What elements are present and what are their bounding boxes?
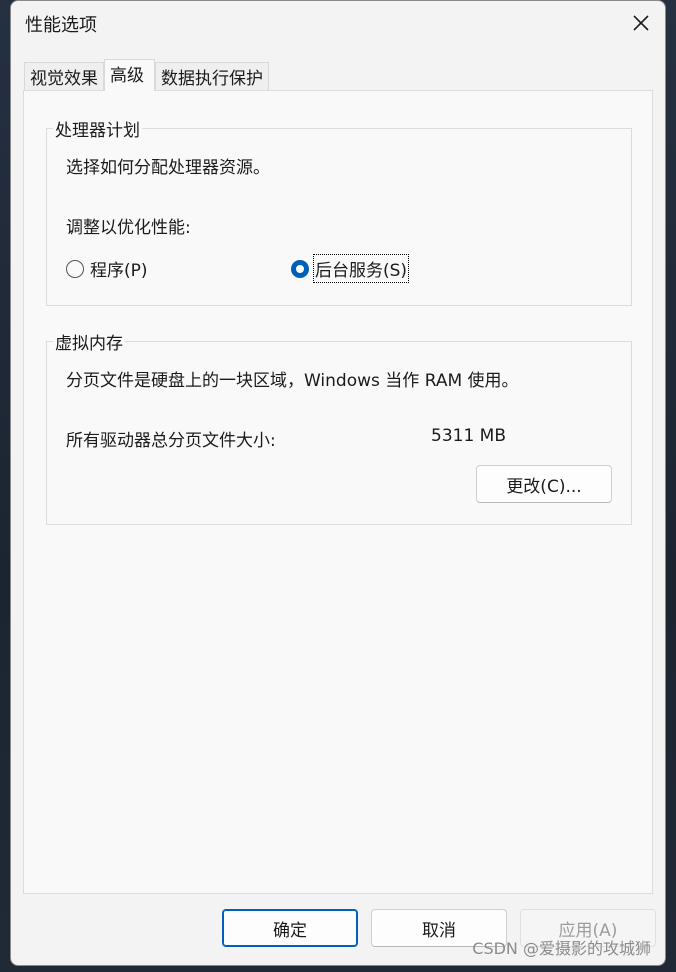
processor-scheduling-title: 处理器计划 <box>53 116 142 141</box>
total-paging-size-value: 5311 MB <box>431 426 506 446</box>
programs-radio[interactable]: 程序(P) <box>66 256 148 281</box>
total-paging-size-label: 所有驱动器总分页文件大小: <box>66 431 276 451</box>
close-button[interactable] <box>617 1 665 45</box>
title-bar: 性能选项 <box>11 1 665 47</box>
change-paging-button[interactable]: 更改(C)... <box>476 465 612 503</box>
tab-data-execution-prevention[interactable]: 数据执行保护 <box>155 62 269 90</box>
ok-button[interactable]: 确定 <box>222 909 358 947</box>
adjust-performance-label: 调整以优化性能: <box>66 218 191 238</box>
background-services-radio[interactable]: 后台服务(S) <box>291 254 410 283</box>
programs-radio-label: 程序(P) <box>90 261 148 281</box>
virtual-memory-group: 虚拟内存 分页文件是硬盘上的一块区域，Windows 当作 RAM 使用。 所有… <box>46 329 632 525</box>
background-services-radio-label: 后台服务(S) <box>312 254 410 283</box>
advanced-tab-panel: 处理器计划 选择如何分配处理器资源。 调整以优化性能: 程序(P) 后台服务(S… <box>23 90 653 894</box>
tab-strip: 视觉效果 高级 数据执行保护 <box>24 59 269 91</box>
window-title: 性能选项 <box>25 15 97 36</box>
processor-scheduling-group: 处理器计划 选择如何分配处理器资源。 调整以优化性能: 程序(P) 后台服务(S… <box>46 116 632 306</box>
performance-options-dialog: 性能选项 视觉效果 高级 数据执行保护 处理器计划 选择如何分配处理器资源。 调… <box>10 0 666 966</box>
background-services-radio-circle <box>291 259 309 278</box>
programs-radio-circle <box>66 259 84 278</box>
csdn-watermark: CSDN @爱摄影的攻城狮 <box>472 939 651 958</box>
virtual-memory-title: 虚拟内存 <box>53 329 125 354</box>
processor-description: 选择如何分配处理器资源。 <box>66 158 270 178</box>
tab-advanced[interactable]: 高级 <box>104 59 155 91</box>
tab-visual-effects[interactable]: 视觉效果 <box>24 62 104 90</box>
close-icon <box>633 15 649 31</box>
virtual-memory-description: 分页文件是硬盘上的一块区域，Windows 当作 RAM 使用。 <box>66 371 519 391</box>
